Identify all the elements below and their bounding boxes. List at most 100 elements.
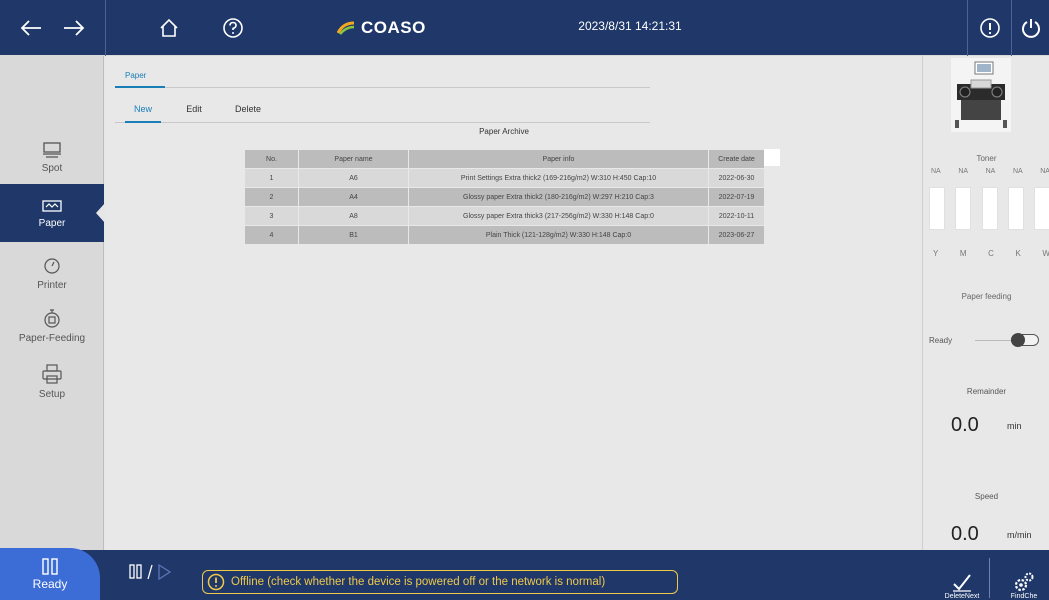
edit-button[interactable]: Edit [181,98,207,123]
cell-paper-info: Print Settings Extra thick2 (169-216g/m2… [408,168,709,188]
toner-bar-y [929,187,945,230]
cell-create-date: 2022-10-11 [708,206,765,226]
sidebar-item-label: Printer [37,279,67,291]
toner-bar-w [1034,187,1049,230]
toner-color-labels: Y M C K W [933,249,1049,258]
sidebar-item-label: Spot [41,162,63,174]
table-row[interactable]: 2 A4 Glossy paper Extra thick2 (180-216g… [244,187,765,207]
toner-level-k: NA [1012,168,1023,175]
datetime-display: 2023/8/31 14:21:31 [578,19,682,33]
home-icon[interactable] [155,14,183,42]
ready-status-button[interactable]: Ready [0,548,100,600]
gears-icon [1014,572,1034,592]
column-header-create-date[interactable]: Create date [708,149,765,169]
toner-label-m: M [959,249,967,258]
divider [975,340,1011,341]
pause-icon [129,564,142,579]
remainder-title: Remainder [966,387,1007,396]
delete-button[interactable]: Delete [231,98,265,123]
action-tabs: New Edit Delete [115,98,650,123]
sidebar-item-label: Paper [38,217,66,229]
toner-bars [929,187,1049,230]
table-scroll-box [764,149,780,166]
new-button[interactable]: New [125,98,161,123]
sidebar: Spot Paper Printer Paper-Feeding Setup [0,56,105,550]
power-icon[interactable] [1011,0,1049,56]
table-row[interactable]: 3 A8 Glossy paper Extra thick3 (217-256g… [244,206,765,226]
coaso-logo-icon [337,21,355,35]
cell-no: 3 [244,206,299,226]
brand-name: COASO [361,18,426,37]
bottom-bar: Ready Offline (check whether the device … [0,548,1049,600]
cell-paper-info: Plain Thick (121-128g/m2) W:330 H:148 Ca… [408,225,709,245]
column-header-no[interactable]: No. [244,149,299,169]
toner-label-w: W [1042,249,1049,258]
paper-archive-table: No. Paper name Paper info Create date 1 … [244,149,765,245]
cell-no: 1 [244,168,299,188]
cell-paper-name: A8 [298,206,409,226]
toner-bar-c [981,187,998,230]
offline-message: Offline (check whether the device is pow… [202,570,678,594]
brand-logo: COASO [337,16,426,40]
play-icon [158,564,172,580]
printer-gauge-icon [44,257,60,274]
toner-label-c: C [988,249,994,258]
spot-icon [43,141,61,158]
column-header-paper-name[interactable]: Paper name [298,149,409,169]
find-check-label: FindChe [1010,593,1038,600]
paper-feeding-title: Paper feeding [961,292,1012,301]
pause-play-control[interactable] [128,564,172,580]
toner-level-m: NA [958,168,969,175]
toner-level-w: NA [1040,168,1049,175]
sidebar-item-setup[interactable]: Setup [0,352,104,410]
sidebar-item-paper-feeding[interactable]: Paper-Feeding [0,296,104,354]
warning-icon [207,573,225,591]
back-arrow-icon[interactable] [20,19,42,37]
tab-bar: Paper [115,66,650,88]
delete-next-button[interactable]: DeleteNext [937,556,987,600]
remainder-value: 0.0 [951,414,979,436]
sidebar-item-paper[interactable]: Paper [0,184,105,242]
paper-icon [42,199,62,212]
cell-paper-name: A6 [298,168,409,188]
cell-paper-name: A4 [298,187,409,207]
sidebar-item-label: Paper-Feeding [18,332,86,344]
cell-create-date: 2022-07-19 [708,187,765,207]
toner-bar-m [955,187,972,230]
table-row[interactable]: 4 B1 Plain Thick (121-128g/m2) W:330 H:1… [244,225,765,245]
feeding-ready-label: Ready [929,336,953,345]
offline-message-text: Offline (check whether the device is pow… [231,576,606,588]
paper-feeding-icon [44,308,60,328]
find-check-button[interactable]: FindChe [999,556,1049,600]
column-header-paper-info[interactable]: Paper info [408,149,709,169]
speed-unit: m/min [1007,530,1032,540]
toner-level-y: NA [931,168,941,175]
printer-image [951,58,1011,132]
sidebar-item-spot[interactable]: Spot [0,128,104,186]
cell-paper-info: Glossy paper Extra thick3 (217-256g/m2) … [408,206,709,226]
cell-no: 4 [244,225,299,245]
sidebar-item-printer[interactable]: Printer [0,244,104,302]
ready-status-label: Ready [32,577,68,591]
cell-create-date: 2023-06-27 [708,225,765,245]
sidebar-item-label: Setup [38,388,66,400]
toner-title: Toner [976,154,997,163]
cell-no: 2 [244,187,299,207]
slash-icon [147,564,153,580]
toner-levels: NA NA NA NA NA [931,168,1049,175]
main-content: Paper New Edit Delete Paper Archive No. … [105,56,922,550]
pause-icon [42,558,58,575]
top-bar: COASO 2023/8/31 14:21:31 [0,0,1049,56]
table-row[interactable]: 1 A6 Print Settings Extra thick2 (169-21… [244,168,765,188]
toner-bar-k [1007,187,1024,230]
forward-arrow-icon[interactable] [63,19,85,37]
paper-feeding-toggle[interactable] [1011,333,1039,347]
info-icon[interactable] [967,0,1011,56]
speed-value: 0.0 [951,523,979,545]
toner-label-y: Y [933,249,939,258]
tab-paper[interactable]: Paper [115,66,165,88]
table-caption: Paper Archive [479,127,529,136]
toner-level-c: NA [985,168,996,175]
divider [989,558,990,598]
help-icon[interactable] [219,14,247,42]
